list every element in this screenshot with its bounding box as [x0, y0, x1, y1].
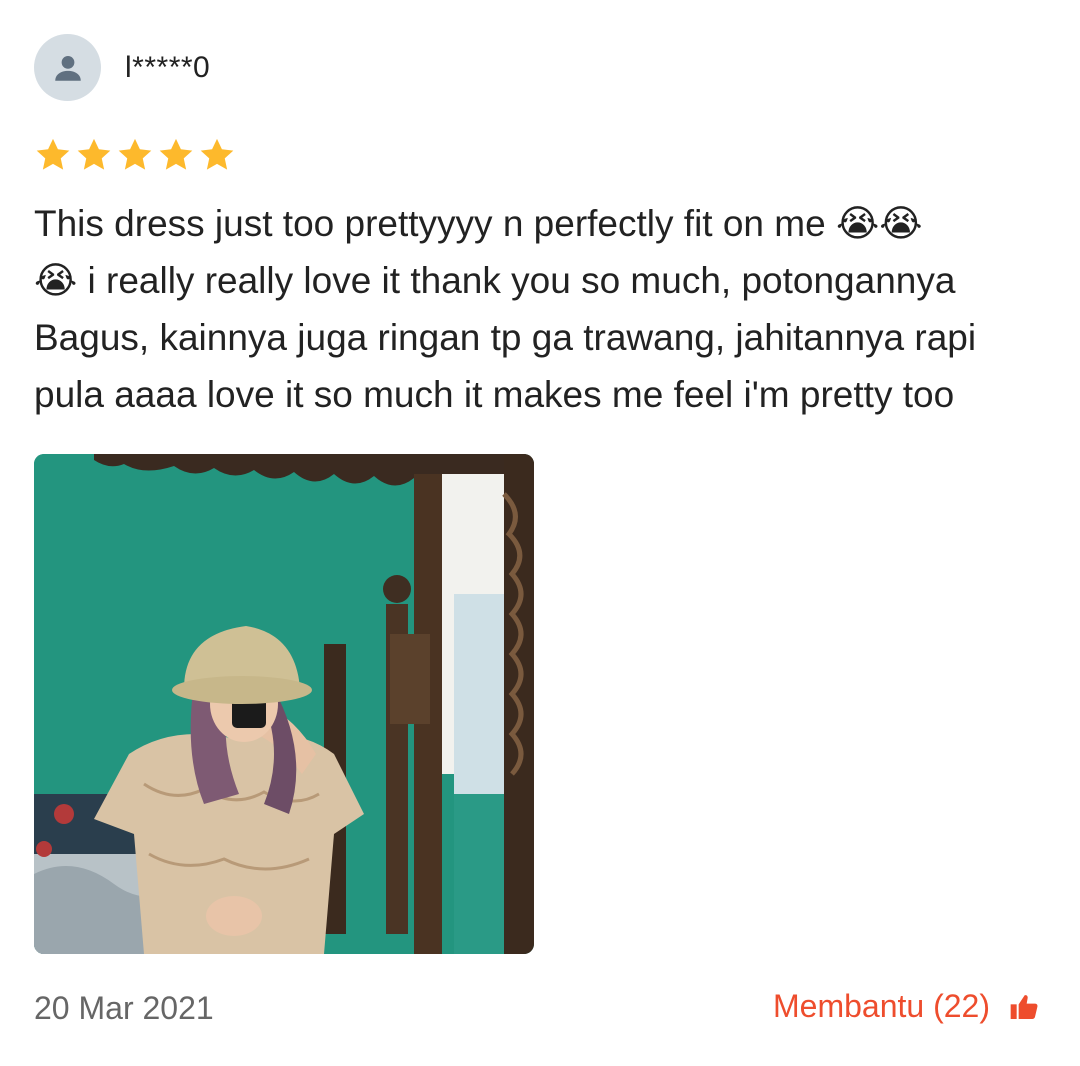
- thumbs-up-icon: [1010, 994, 1038, 1019]
- star-icon: [200, 138, 234, 170]
- helpful-label: Membantu (22): [773, 988, 990, 1024]
- user-icon: [54, 55, 81, 81]
- helpful-button[interactable]: Membantu (22): [773, 988, 1040, 1025]
- star-icon: [118, 138, 152, 170]
- star-icon: [77, 138, 111, 170]
- avatar[interactable]: [34, 34, 101, 101]
- reviewer-header: l*****0: [34, 34, 210, 101]
- review-date: 20 Mar 2021: [34, 990, 214, 1026]
- reviewer-username[interactable]: l*****0: [125, 51, 210, 85]
- rating-stars: [34, 136, 236, 174]
- star-icon: [36, 138, 70, 170]
- star-icon: [159, 138, 193, 170]
- review-text: This dress just too prettyyyy n perfectl…: [34, 203, 977, 415]
- review-photo[interactable]: [34, 454, 534, 954]
- review-card: l*****0 This dress just too prettyyyy n …: [0, 0, 1080, 1066]
- review-photo-image: [34, 454, 534, 954]
